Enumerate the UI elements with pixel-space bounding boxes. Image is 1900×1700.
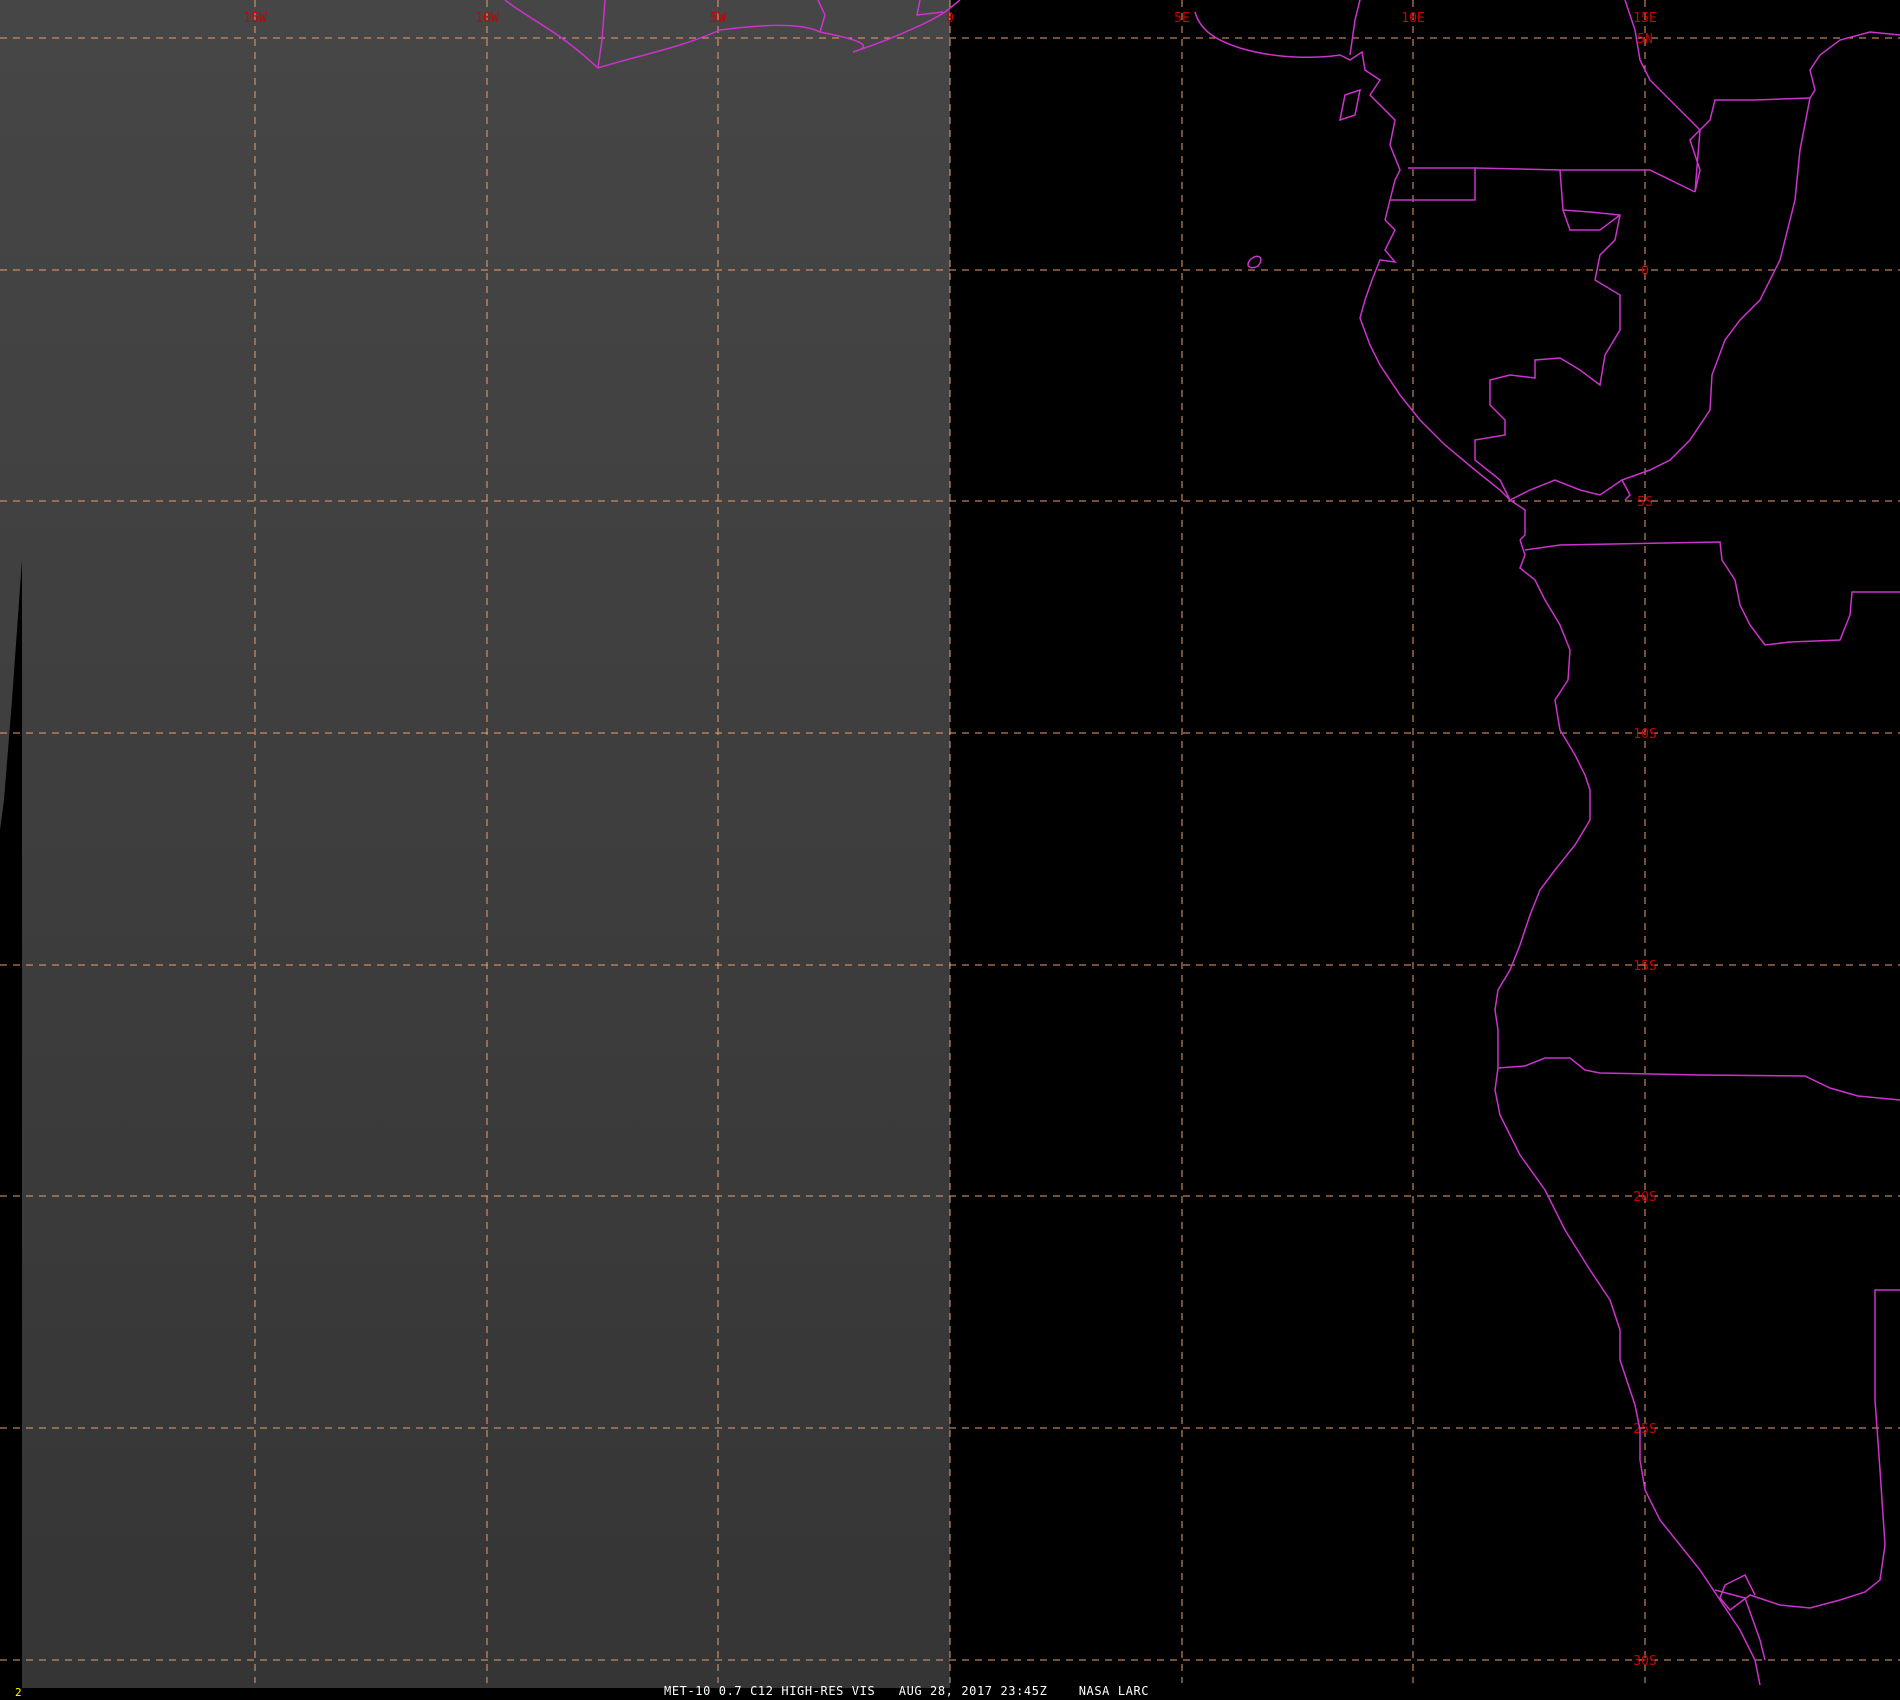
border-gabon-north — [1474, 167, 1696, 193]
frame-number: 2 — [15, 1686, 22, 1699]
image-caption: MET-10 0.7 C12 HIGH-RES VIS AUG 28, 2017… — [664, 1684, 1150, 1698]
longitude-label: 5E — [1174, 11, 1190, 26]
latitude-label: 5N — [1637, 32, 1653, 47]
coastline-nigeria-cameroon — [1194, 11, 1401, 221]
border-angola-namibia — [1497, 1057, 1900, 1101]
island-sao-tome — [1247, 255, 1262, 269]
longitude-label: 0 — [946, 11, 954, 26]
border-congo-drc — [1621, 97, 1811, 481]
coastline-gabon-congo — [1359, 219, 1511, 501]
latitude-label: 30S — [1633, 1654, 1656, 1669]
border-angola-drc — [1524, 541, 1900, 646]
latitude-label: 20S — [1633, 1190, 1656, 1205]
longitude-label: 10W — [475, 11, 499, 26]
latitude-label: 0 — [1641, 264, 1649, 279]
latitude-label: 10S — [1633, 727, 1656, 742]
satellite-image-viewer: 15W 10W 5W 0 5E 10E 15E 5N 0 5S 10S 15S 20S 25S 30S — [0, 0, 1900, 1700]
latitude-label: 5S — [1637, 495, 1653, 510]
coastline-angola-north — [1494, 539, 1591, 1068]
latitude-label: 25S — [1633, 1422, 1656, 1437]
coastline-gulf-of-guinea — [1349, 0, 1361, 56]
daylight-region — [0, 0, 950, 1688]
border-cameroon-car — [1689, 31, 1900, 193]
longitude-label: 5W — [710, 11, 726, 26]
longitude-label: 15E — [1633, 11, 1656, 26]
border-cameroon-chad — [1624, 0, 1701, 193]
island-bioko — [1339, 88, 1361, 122]
border-equatorial-guinea — [1390, 167, 1476, 201]
border-gabon-inner — [1562, 209, 1621, 231]
coastline-cabinda-angola — [1509, 478, 1631, 501]
coastline-namibia — [1494, 1067, 1761, 1686]
latitude-label: 15S — [1633, 959, 1656, 974]
longitude-label: 15W — [243, 11, 267, 26]
satellite-map: 15W 10W 5W 0 5E 10E 15E 5N 0 5S 10S 15S 20S 25S 30S — [0, 0, 1900, 1688]
border-cabinda — [1509, 499, 1526, 541]
longitude-label: 10E — [1401, 11, 1424, 26]
border-namibia-east — [1719, 1289, 1900, 1612]
border-gabon-congo — [1474, 169, 1621, 501]
